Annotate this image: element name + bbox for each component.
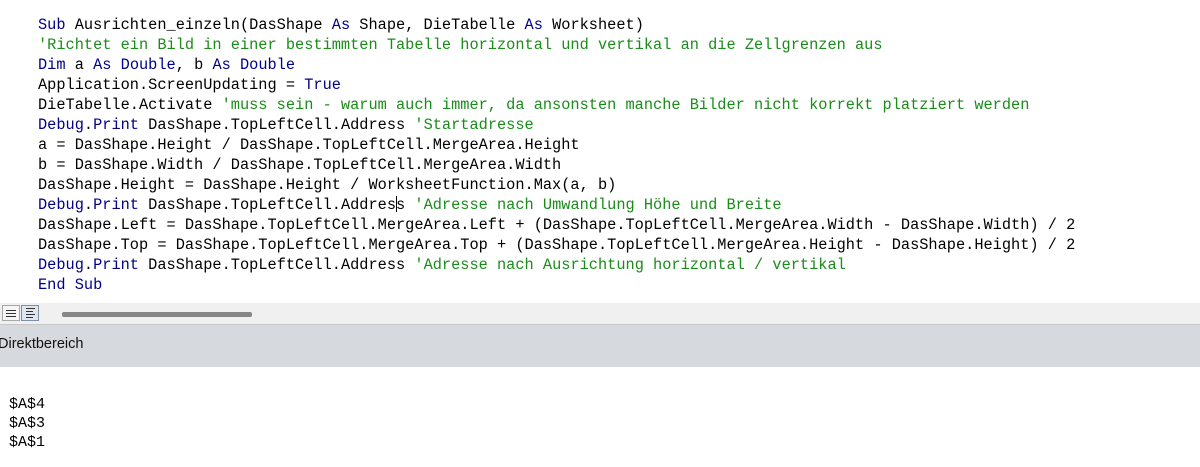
code-line[interactable]: Dim a As Double, b As Double	[38, 55, 1075, 75]
immediate-window[interactable]: $A$4 $A$3 $A$1	[0, 367, 1200, 467]
code-keyword: Print	[93, 256, 139, 274]
code-keyword: As	[212, 56, 231, 74]
horizontal-scroll-thumb[interactable]	[62, 312, 252, 317]
code-text: Ausrichten_einzeln(DasShape	[65, 16, 332, 34]
code-lines[interactable]: Sub Ausrichten_einzeln(DasShape As Shape…	[38, 15, 1075, 295]
procedure-view-button[interactable]	[2, 305, 20, 321]
code-text: .	[83, 196, 94, 214]
code-text: DieTabelle.Activate	[38, 96, 222, 114]
code-line[interactable]: Debug.Print DasShape.TopLeftCell.Address…	[38, 255, 1075, 275]
code-keyword: Print	[93, 196, 139, 214]
code-keyword: Sub	[38, 16, 66, 34]
code-keyword: Dim	[38, 56, 66, 74]
code-line[interactable]: 'Richtet ein Bild in einer bestimmten Ta…	[38, 35, 1075, 55]
code-line[interactable]: Debug.Print DasShape.TopLeftCell.Address…	[38, 195, 1075, 215]
code-line[interactable]: a = DasShape.Height / DasShape.TopLeftCe…	[38, 135, 1075, 155]
code-keyword: End Sub	[38, 276, 103, 294]
code-text: DasShape.Top = DasShape.TopLeftCell.Merg…	[38, 236, 1076, 254]
code-keyword: Debug	[38, 256, 84, 274]
code-comment: 'Richtet ein Bild in einer bestimmten Ta…	[38, 36, 883, 54]
code-text: DasShape.TopLeftCell.Address	[139, 256, 415, 274]
code-line[interactable]: Sub Ausrichten_einzeln(DasShape As Shape…	[38, 15, 1075, 35]
code-text: .	[83, 116, 94, 134]
code-line[interactable]: DasShape.Height = DasShape.Height / Work…	[38, 175, 1075, 195]
code-text: a	[65, 56, 94, 74]
code-keyword: True	[304, 76, 341, 94]
code-editor[interactable]: Sub Ausrichten_einzeln(DasShape As Shape…	[0, 0, 1200, 303]
code-comment: 'Startadresse	[414, 116, 534, 134]
code-keyword: Debug	[38, 116, 84, 134]
code-text: s	[396, 196, 415, 214]
horizontal-scrollbar-row	[0, 303, 1200, 324]
full-module-view-button[interactable]	[21, 305, 39, 321]
code-comment: 'muss sein - warum auch immer, da ansons…	[221, 96, 1030, 114]
code-line[interactable]: DieTabelle.Activate 'muss sein - warum a…	[38, 95, 1075, 115]
code-text: Shape, DieTabelle	[350, 16, 525, 34]
code-keyword: Double	[120, 56, 176, 74]
immediate-output: $A$4 $A$3 $A$1	[9, 395, 45, 452]
full-module-view-icon	[25, 308, 35, 318]
code-keyword: Print	[93, 116, 139, 134]
code-line[interactable]: End Sub	[38, 275, 1075, 295]
code-text: Application.ScreenUpdating =	[38, 76, 305, 94]
immediate-output-line: $A$1	[9, 434, 46, 451]
code-keyword: As	[331, 16, 351, 34]
immediate-output-line: $A$4	[9, 396, 46, 413]
code-text: , b	[175, 56, 213, 74]
code-text: DasShape.TopLeftCell.Addres	[139, 196, 397, 214]
code-comment: 'Adresse nach Umwandlung Höhe und Breite	[414, 196, 782, 214]
code-line[interactable]: DasShape.Top = DasShape.TopLeftCell.Merg…	[38, 235, 1075, 255]
code-line[interactable]: Application.ScreenUpdating = True	[38, 75, 1075, 95]
code-line[interactable]: DasShape.Left = DasShape.TopLeftCell.Mer…	[38, 215, 1075, 235]
immediate-window-title: Direktbereich	[0, 336, 84, 352]
code-text: DasShape.TopLeftCell.Address	[139, 116, 415, 134]
code-comment: 'Adresse nach Ausrichtung horizontal / v…	[414, 256, 846, 274]
immediate-window-header: Direktbereich	[0, 324, 1200, 367]
code-keyword: Debug	[38, 196, 84, 214]
procedure-view-icon	[6, 309, 16, 317]
immediate-output-line: $A$3	[9, 415, 46, 432]
code-keyword: Double	[239, 56, 296, 74]
code-line[interactable]: b = DasShape.Width / DasShape.TopLeftCel…	[38, 155, 1075, 175]
code-text: DasShape.Height = DasShape.Height / Work…	[38, 176, 617, 194]
code-text: b = DasShape.Width / DasShape.TopLeftCel…	[38, 156, 562, 174]
code-text: Worksheet)	[542, 16, 644, 34]
code-line[interactable]: Debug.Print DasShape.TopLeftCell.Address…	[38, 115, 1075, 135]
code-text: a = DasShape.Height / DasShape.TopLeftCe…	[38, 136, 580, 154]
code-text: .	[83, 256, 94, 274]
code-text: DasShape.Left = DasShape.TopLeftCell.Mer…	[38, 216, 1076, 234]
code-keyword: As	[93, 56, 112, 74]
code-keyword: As	[524, 16, 543, 34]
